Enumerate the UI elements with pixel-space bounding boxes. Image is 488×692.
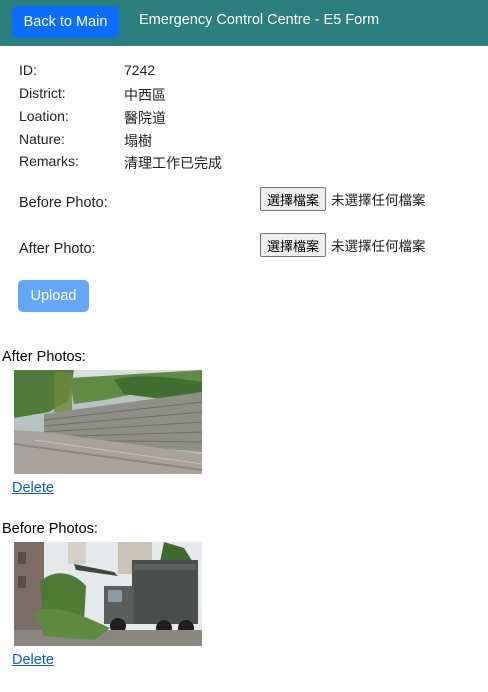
detail-label: Loation: [19, 108, 69, 124]
detail-value: 7242 [124, 62, 156, 78]
after-photo-file-input[interactable]: 選擇檔案 未選擇任何檔案 [260, 233, 426, 257]
before-photos-heading: Before Photos: [2, 521, 98, 537]
before-choose-file-button[interactable]: 選擇檔案 [260, 187, 327, 211]
before-photo-thumbnail [14, 542, 202, 646]
before-file-status: 未選擇任何檔案 [331, 193, 426, 208]
detail-value: 醫院道 [124, 110, 166, 126]
detail-label: District: [19, 85, 66, 101]
before-photo-label: Before Photo: [19, 195, 108, 211]
after-choose-file-button[interactable]: 選擇檔案 [260, 233, 327, 257]
detail-value: 清理工作已完成 [124, 155, 222, 171]
detail-label: Nature: [19, 131, 65, 147]
page-title: Emergency Control Centre - E5 Form [139, 12, 380, 28]
detail-label: Remarks: [19, 153, 79, 169]
after-photo-label: After Photo: [19, 241, 96, 257]
after-photo-thumbnail [14, 370, 202, 474]
before-photo-file-input[interactable]: 選擇檔案 未選擇任何檔案 [260, 187, 426, 211]
back-to-main-button[interactable]: Back to Main [12, 6, 119, 38]
detail-value: 塌樹 [124, 133, 152, 149]
upload-button[interactable]: Upload [18, 280, 89, 312]
after-file-status: 未選擇任何檔案 [331, 239, 426, 254]
detail-value: 中西區 [124, 87, 166, 103]
after-photos-heading: After Photos: [2, 349, 86, 365]
delete-after-photo-link[interactable]: Delete [12, 480, 54, 496]
delete-before-photo-link[interactable]: Delete [12, 652, 54, 668]
top-bar: Back to Main Emergency Control Centre - … [0, 0, 488, 46]
detail-label: ID: [19, 62, 37, 78]
